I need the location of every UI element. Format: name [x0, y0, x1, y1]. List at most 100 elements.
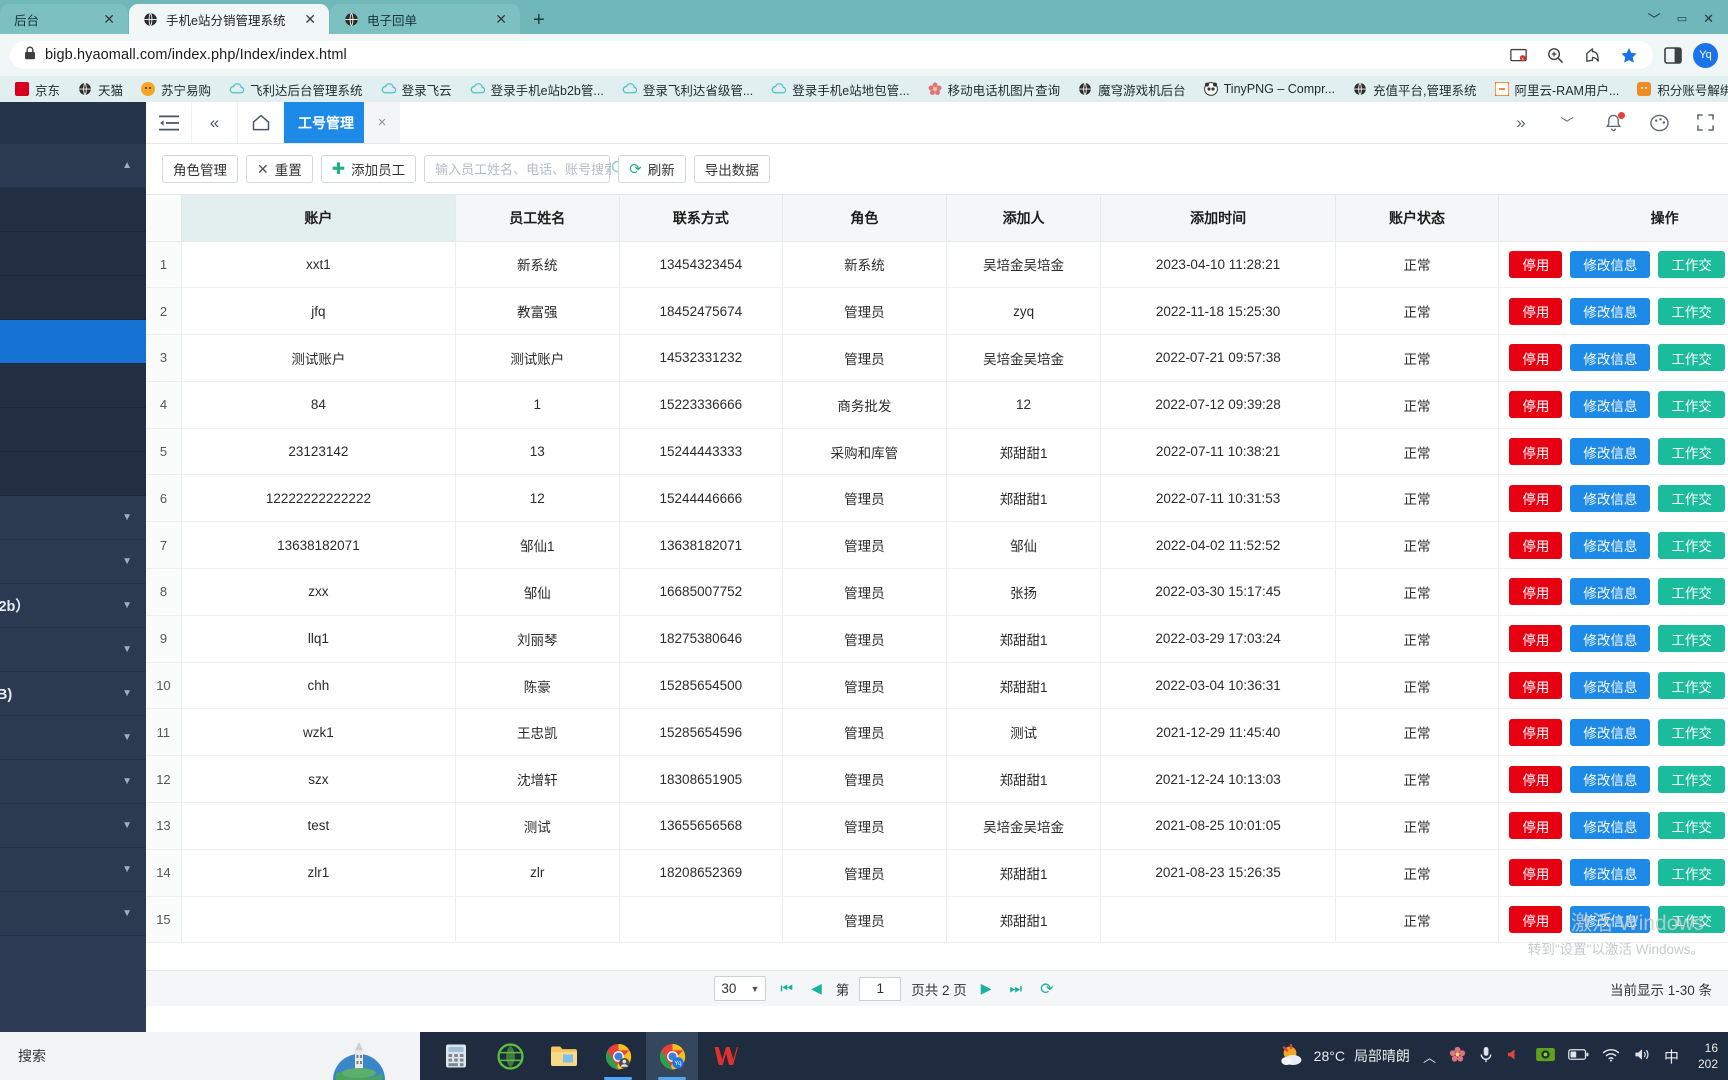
sidebar-item-16[interactable]: 训▼ — [0, 848, 146, 892]
bookmark-item[interactable]: 天猫 — [69, 78, 132, 100]
sidebar-item-3[interactable]: 统管理 — [0, 276, 146, 320]
table-row[interactable]: 3 测试账户 测试账户 14532331232 管理员 吴培金吴培金 2022-07-21 … — [146, 334, 1728, 382]
search-box[interactable] — [424, 155, 627, 183]
data-table-wrapper[interactable]: 账户 员工姓名 联系方式 角色 添加人 添加时间 账户状态 操作 1 xxt1 新系统 134543… — [146, 194, 1728, 1032]
table-header-6[interactable]: 添加时间 — [1100, 195, 1336, 242]
disable-button[interactable]: 停用 — [1509, 484, 1563, 512]
chevron-up-icon[interactable]: ▲ — [122, 160, 132, 171]
chevron-down-icon[interactable]: ▼ — [122, 864, 132, 875]
chevron-down-icon[interactable]: ▼ — [122, 600, 132, 611]
bookmark-item[interactable]: 登录手机e站地包管... — [762, 78, 918, 100]
disable-button[interactable]: 停用 — [1509, 297, 1563, 325]
chevron-down-icon[interactable]: ▼ — [122, 512, 132, 523]
work-handover-button[interactable]: 工作交 — [1658, 718, 1725, 746]
bookmark-item[interactable]: 登录飞云 — [372, 78, 461, 100]
taskbar-app-chrome-icon[interactable] — [592, 1032, 644, 1080]
theme-icon[interactable] — [1636, 102, 1682, 143]
chevron-down-icon[interactable]: ▼ — [122, 776, 132, 787]
taskbar-app-calculator-icon[interactable] — [430, 1032, 482, 1080]
sidebar-item-13[interactable]: ▼ — [0, 716, 146, 760]
sidebar-item-15[interactable]: ▼ — [0, 804, 146, 848]
edit-info-button[interactable]: 修改信息 — [1570, 859, 1651, 887]
search-input[interactable] — [435, 161, 612, 177]
taskbar-app-browser-green-icon[interactable] — [484, 1032, 536, 1080]
profile-avatar[interactable]: Yq — [1693, 42, 1718, 68]
edit-info-button[interactable]: 修改信息 — [1570, 672, 1651, 700]
bookmark-item[interactable]: 移动电话机图片查询 — [919, 78, 1070, 100]
table-header-2[interactable]: 员工姓名 — [454, 195, 620, 242]
table-header-index[interactable] — [146, 195, 182, 242]
table-row[interactable]: 14 zlr1 zlr 18208652369 管理员 郑甜甜1 2021-08-23 15… — [146, 848, 1728, 897]
double-chevron-left-icon[interactable]: « — [192, 102, 238, 143]
table-row[interactable]: 4 84 1 15223336666 商务批发 12 2022-07-12 09:39:28… — [146, 380, 1728, 429]
edit-info-button[interactable]: 修改信息 — [1570, 297, 1651, 325]
speaker-icon[interactable] — [1633, 1047, 1651, 1065]
edit-info-button[interactable]: 修改信息 — [1570, 906, 1651, 934]
edit-info-button[interactable]: 修改信息 — [1570, 625, 1651, 653]
export-button[interactable]: 导出数据 — [693, 155, 770, 183]
next-page-icon[interactable]: ▶ — [977, 980, 996, 997]
table-row[interactable]: 10 chh 陈豪 15285654500 管理员 郑甜甜1 2022-03-04 10:3… — [146, 661, 1728, 710]
ime-indicator[interactable]: 中 — [1664, 1046, 1679, 1067]
bookmark-item[interactable]: 登录手机e站b2b管... — [461, 78, 613, 100]
disable-button[interactable]: 停用 — [1509, 531, 1563, 559]
work-handover-button[interactable]: 工作交 — [1658, 438, 1725, 466]
sidebar-item-14[interactable]: ▼ — [0, 760, 146, 804]
disable-button[interactable]: 停用 — [1509, 765, 1563, 793]
disable-button[interactable]: 停用 — [1509, 438, 1563, 466]
battery-icon[interactable] — [1568, 1048, 1589, 1064]
work-handover-button[interactable]: 工作交 — [1658, 859, 1725, 887]
table-row[interactable]: 2 jfq 教富强 18452475674 管理员 zyq 2022-11-18 15:25… — [146, 287, 1728, 336]
table-header-4[interactable]: 角色 — [782, 195, 947, 242]
work-handover-button[interactable]: 工作交 — [1658, 531, 1725, 559]
table-row[interactable]: 12 szx 沈增轩 18308651905 管理员 郑甜甜1 2021-12-24 10:… — [146, 755, 1728, 804]
table-row[interactable]: 1 xxt1 新系统 13454323454 新系统 吴培金吴培金 2023-04-10 1… — [146, 240, 1728, 289]
edit-info-button[interactable]: 修改信息 — [1570, 484, 1651, 512]
work-handover-button[interactable]: 工作交 — [1658, 250, 1725, 278]
table-header-3[interactable]: 联系方式 — [618, 195, 784, 242]
weather-widget[interactable]: 28°C 局部晴朗 — [1279, 1043, 1410, 1069]
edit-info-button[interactable]: 修改信息 — [1570, 578, 1651, 606]
bookmark-item[interactable]: TinyPNG – Compr... — [1195, 78, 1344, 100]
work-handover-button[interactable]: 工作交 — [1658, 297, 1725, 325]
chevron-down-icon[interactable]: ▼ — [122, 908, 132, 919]
work-handover-button[interactable]: 工作交 — [1658, 906, 1725, 934]
sidebar-item-2[interactable]: 息管理 — [0, 232, 146, 276]
bookmark-item[interactable]: 京东 — [6, 78, 69, 100]
close-window-icon[interactable]: ✕ — [1703, 11, 1714, 27]
edit-info-button[interactable]: 修改信息 — [1570, 391, 1651, 419]
disable-button[interactable]: 停用 — [1509, 859, 1563, 887]
work-handover-button[interactable]: 工作交 — [1658, 625, 1725, 653]
sidebar-item-0[interactable]: 管理▲ — [0, 144, 146, 188]
role-manage-button[interactable]: 角色管理 — [162, 155, 238, 183]
table-row[interactable]: 9 llq1 刘丽琴 18275380646 管理员 郑甜甜1 2022-03-29 17:… — [146, 614, 1728, 663]
star-icon[interactable] — [1619, 45, 1639, 65]
page-size-select[interactable]: 30 ▼ — [714, 976, 767, 1001]
fullscreen-icon[interactable] — [1682, 102, 1728, 143]
disable-button[interactable]: 停用 — [1509, 344, 1563, 372]
work-handover-button[interactable]: 工作交 — [1658, 578, 1725, 606]
taskbar-search[interactable]: 搜索 — [0, 1032, 420, 1080]
sidebar-item-5[interactable]: 管理 — [0, 364, 146, 408]
disable-button[interactable]: 停用 — [1509, 625, 1563, 653]
sidebar-item-12[interactable]: 货管理(B2B) ▼ — [0, 672, 146, 716]
sidebar-item-11[interactable]: 管理▼ — [0, 628, 146, 672]
work-handover-button[interactable]: 工作交 — [1658, 812, 1725, 840]
double-chevron-right-icon[interactable]: » — [1498, 102, 1544, 143]
chevron-down-icon[interactable]: ﹀ — [1544, 102, 1590, 143]
taskbar-app-file-explorer-icon[interactable] — [538, 1032, 590, 1080]
chevron-down-icon[interactable]: ▼ — [122, 556, 132, 567]
table-row[interactable]: 11 wzk1 王忠凯 15285654596 管理员 测试 2021-12-29 11:4… — [146, 708, 1728, 757]
refresh-button[interactable]: ⟳ 刷新 — [618, 155, 686, 183]
table-header-5[interactable]: 添加人 — [945, 195, 1102, 242]
volume-mute-icon[interactable] — [1506, 1047, 1523, 1065]
browser-tab-1[interactable]: 手机e站分销管理系统 ✕ — [129, 4, 329, 34]
bookmark-item[interactable]: 积分账号解绑 — [1628, 78, 1728, 100]
edit-info-button[interactable]: 修改信息 — [1570, 812, 1651, 840]
bookmark-item[interactable]: 阿里云-RAM用户... — [1486, 78, 1629, 100]
tab-gonghao-guanli[interactable]: 工号管理 — [284, 102, 364, 143]
table-header-8[interactable]: 操作 — [1498, 195, 1728, 242]
browser-tab-0[interactable]: 后台 ✕ — [0, 4, 128, 34]
bookmark-item[interactable]: 苏宁易购 — [132, 78, 220, 100]
table-row[interactable]: 8 zxx 邹仙 16685007752 管理员 张扬 2022-03-30 15:17:4… — [146, 568, 1728, 616]
